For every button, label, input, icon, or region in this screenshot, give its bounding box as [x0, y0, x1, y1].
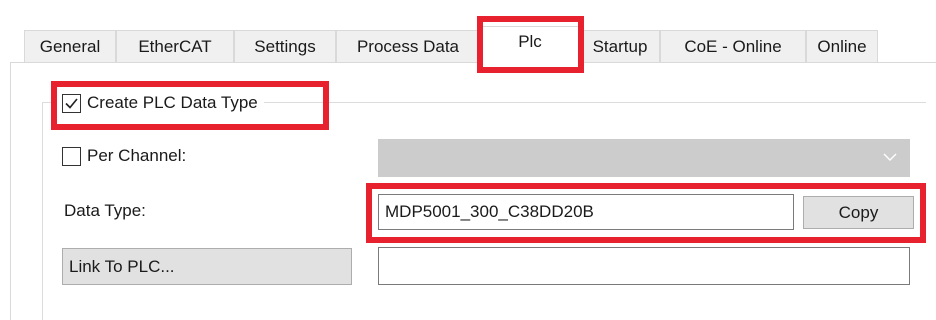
page-border [10, 62, 11, 320]
tab-label: Process Data [356, 37, 460, 56]
tab-label: Settings [254, 37, 316, 56]
per-channel-select[interactable] [378, 139, 910, 177]
per-channel-checkbox[interactable]: Per Channel: [62, 146, 186, 166]
link-to-plc-field[interactable] [378, 247, 910, 285]
checkbox[interactable] [62, 146, 81, 166]
tab-online[interactable]: Online [806, 30, 878, 62]
create-plc-data-type-label: Create PLC Data Type [87, 93, 258, 112]
tab-coe-online[interactable]: CoE - Online [660, 30, 806, 62]
checkbox[interactable] [62, 93, 81, 113]
copy-button[interactable]: Copy [803, 196, 914, 229]
tab-label: Plc [518, 32, 542, 51]
tab-general[interactable]: General [24, 30, 116, 62]
tab-ethercat[interactable]: EtherCAT [116, 30, 234, 62]
tab-startup[interactable]: Startup [580, 30, 660, 62]
per-channel-label: Per Channel: [87, 146, 187, 165]
tab-process-data[interactable]: Process Data [336, 30, 480, 62]
checkmark-icon [65, 97, 78, 109]
data-type-value: MDP5001_300_C38DD20B [385, 202, 594, 221]
tab-label: General [39, 37, 101, 56]
tab-label: Online [817, 37, 867, 56]
tab-strip-border [10, 62, 936, 63]
data-type-label: Data Type: [64, 201, 146, 220]
chevron-down-icon [883, 153, 897, 161]
tab-plc[interactable]: Plc [480, 26, 580, 64]
tab-label: Startup [592, 37, 648, 56]
data-type-field[interactable]: MDP5001_300_C38DD20B [378, 194, 794, 230]
create-plc-data-type-checkbox[interactable]: Create PLC Data Type [56, 86, 264, 120]
group-box-border [42, 102, 43, 320]
link-to-plc-button[interactable]: Link To PLC... [62, 248, 352, 285]
tab-settings[interactable]: Settings [234, 30, 336, 62]
link-to-plc-label: Link To PLC... [69, 257, 175, 276]
plc-tab-page: General EtherCAT Settings Process Data P… [0, 0, 936, 320]
tab-label: EtherCAT [138, 37, 212, 56]
copy-button-label: Copy [838, 203, 879, 222]
tab-label: CoE - Online [684, 37, 782, 56]
